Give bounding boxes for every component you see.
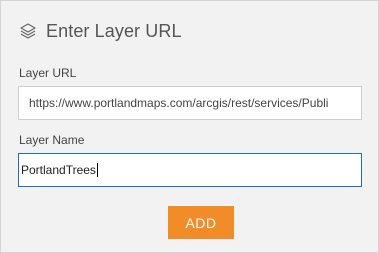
add-button[interactable]: ADD (168, 206, 234, 239)
layer-name-input[interactable]: PortlandTrees (18, 153, 362, 187)
layer-url-value: https://www.portlandmaps.com/arcgis/rest… (29, 96, 329, 110)
panel-header: Enter Layer URL (19, 19, 182, 43)
layer-url-label: Layer URL (19, 66, 77, 80)
text-cursor (96, 163, 98, 177)
enter-layer-url-panel: Enter Layer URL Layer URL https://www.po… (0, 0, 379, 253)
layers-icon (19, 22, 37, 40)
layer-url-input[interactable]: https://www.portlandmaps.com/arcgis/rest… (18, 86, 362, 120)
layer-name-label: Layer Name (19, 133, 85, 147)
layer-name-value: PortlandTrees (21, 163, 96, 177)
panel-title: Enter Layer URL (46, 20, 182, 41)
